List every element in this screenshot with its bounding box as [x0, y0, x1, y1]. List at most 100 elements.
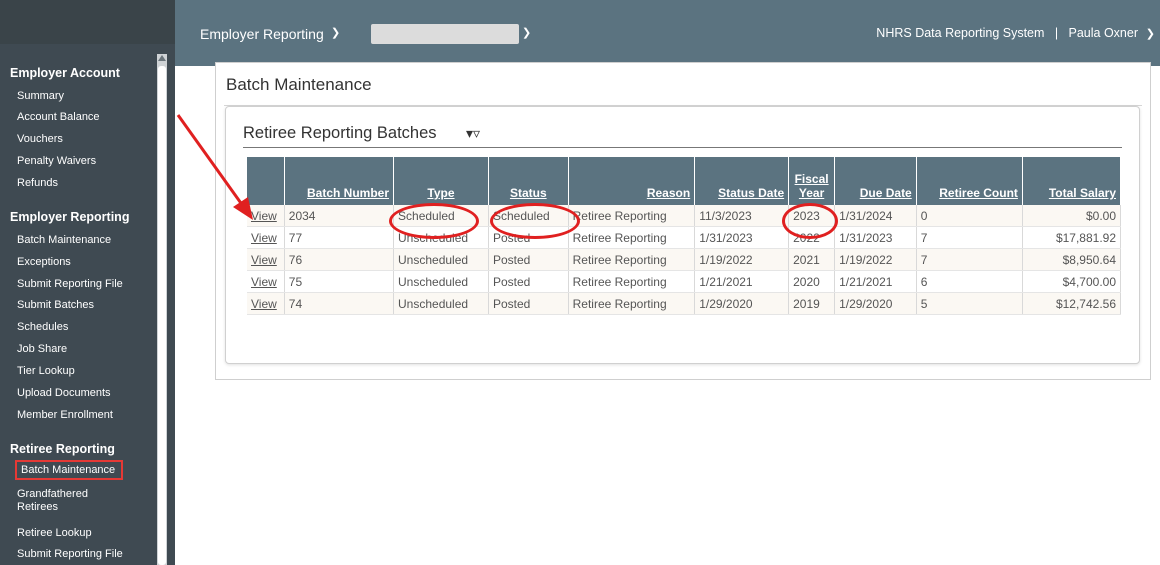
sidebar-item-account-balance[interactable]: Account Balance [17, 111, 100, 123]
cell-due-date: 1/31/2024 [834, 205, 917, 227]
cell-reason: Retiree Reporting [568, 226, 696, 249]
cell-status-date: 1/29/2020 [694, 292, 790, 315]
separator: | [1054, 26, 1059, 40]
cell-status: Posted [488, 292, 569, 315]
header-reason[interactable]: Reason [568, 157, 696, 205]
view-link[interactable]: View [251, 297, 277, 311]
sidebar-item-submit-reporting-file[interactable]: Submit Reporting File [17, 278, 123, 290]
cell-status-date: 1/21/2021 [694, 270, 790, 293]
sidebar-item-summary[interactable]: Summary [17, 90, 64, 102]
cell-total-salary: $0.00 [1022, 205, 1122, 227]
header-retiree-count[interactable]: Retiree Count [916, 157, 1023, 205]
sidebar-item-tier-lookup[interactable]: Tier Lookup [17, 365, 75, 377]
view-link[interactable]: View [251, 231, 277, 245]
header-total-salary[interactable]: Total Salary [1022, 157, 1122, 205]
module-menu-button[interactable]: Employer Reporting [200, 26, 324, 42]
retiree-batches-panel: Retiree Reporting Batches ▾▿ Batch Numbe… [225, 106, 1140, 364]
view-cell: View [247, 270, 285, 293]
page-title: Batch Maintenance [226, 75, 372, 94]
view-link[interactable]: View [251, 209, 277, 223]
header-status[interactable]: Status [488, 157, 569, 205]
annotation-circle-fiscal-year [782, 203, 838, 239]
annotation-circle-type [389, 203, 479, 239]
sidebar-item-exceptions[interactable]: Exceptions [17, 256, 71, 268]
sidebar-item-retiree-submit-reporting-file[interactable]: Submit Reporting File [17, 548, 123, 560]
sidebar-header [0, 0, 175, 44]
cell-type: Unscheduled [393, 248, 489, 271]
cell-type: Unscheduled [393, 292, 489, 315]
view-cell: View [247, 226, 285, 249]
sidebar-section-employer-reporting: Employer Reporting [10, 210, 130, 224]
chevron-down-icon[interactable]: ❯ [522, 26, 531, 39]
sidebar-scrollbar[interactable] [157, 54, 167, 565]
table-row: View 75 Unscheduled Posted Retiree Repor… [247, 270, 1122, 293]
sidebar: Employer Account Summary Account Balance… [0, 0, 175, 565]
header-due-date[interactable]: Due Date [834, 157, 917, 205]
view-cell: View [247, 205, 285, 227]
header-batch-number[interactable]: Batch Number [284, 157, 395, 205]
sidebar-item-retiree-batch-maintenance[interactable]: Batch Maintenance [15, 460, 124, 480]
divider [243, 147, 1122, 148]
header-status-date[interactable]: Status Date [694, 157, 790, 205]
sidebar-item-batch-maintenance[interactable]: Batch Maintenance [17, 234, 111, 246]
header-view [247, 157, 285, 205]
sidebar-item-member-enrollment[interactable]: Member Enrollment [17, 409, 113, 421]
cell-total-salary: $8,950.64 [1022, 248, 1122, 271]
sidebar-section-employer-account: Employer Account [10, 66, 120, 80]
cell-batch-number: 2034 [284, 205, 395, 227]
cell-status-date: 1/19/2022 [694, 248, 790, 271]
employer-select[interactable] [371, 24, 519, 44]
cell-reason: Retiree Reporting [568, 205, 696, 227]
header-type[interactable]: Type [393, 157, 489, 205]
cell-reason: Retiree Reporting [568, 292, 696, 315]
sidebar-item-upload-documents[interactable]: Upload Documents [17, 387, 111, 399]
cell-fiscal-year: 2021 [788, 248, 836, 271]
cell-status: Posted [488, 248, 569, 271]
user-chevron-down-icon[interactable]: ❯ [1146, 27, 1155, 40]
cell-retiree-count: 0 [916, 205, 1023, 227]
view-cell: View [247, 248, 285, 271]
system-name: NHRS Data Reporting System [876, 26, 1045, 40]
header-fiscal-year[interactable]: Fiscal Year [788, 157, 836, 205]
sidebar-item-schedules[interactable]: Schedules [17, 321, 68, 333]
sidebar-item-grandfathered-retirees[interactable]: Grandfathered Retirees [17, 488, 127, 514]
cell-status-date: 1/31/2023 [694, 226, 790, 249]
sidebar-item-refunds[interactable]: Refunds [17, 177, 58, 189]
filter-icon[interactable]: ▾▿ [466, 125, 480, 142]
table-row: View 77 Unscheduled Posted Retiree Repor… [247, 226, 1122, 249]
cell-due-date: 1/21/2021 [834, 270, 917, 293]
cell-total-salary: $17,881.92 [1022, 226, 1122, 249]
cell-total-salary: $12,742.56 [1022, 292, 1122, 315]
cell-retiree-count: 5 [916, 292, 1023, 315]
sidebar-item-job-share[interactable]: Job Share [17, 343, 67, 355]
view-link[interactable]: View [251, 275, 277, 289]
cell-reason: Retiree Reporting [568, 270, 696, 293]
cell-total-salary: $4,700.00 [1022, 270, 1122, 293]
cell-retiree-count: 7 [916, 226, 1023, 249]
table-row: View 74 Unscheduled Posted Retiree Repor… [247, 292, 1122, 315]
cell-due-date: 1/31/2023 [834, 226, 917, 249]
cell-retiree-count: 6 [916, 270, 1023, 293]
view-cell: View [247, 292, 285, 315]
cell-status-date: 11/3/2023 [694, 205, 790, 227]
sidebar-item-retiree-lookup[interactable]: Retiree Lookup [17, 527, 92, 539]
table-row: View 76 Unscheduled Posted Retiree Repor… [247, 248, 1122, 271]
system-user-info[interactable]: NHRS Data Reporting System | Paula Oxner [876, 26, 1138, 40]
cell-batch-number: 76 [284, 248, 395, 271]
sidebar-item-vouchers[interactable]: Vouchers [17, 133, 63, 145]
panel-title: Retiree Reporting Batches [243, 124, 437, 142]
top-bar: Employer Reporting ❯ ❯ NHRS Data Reporti… [175, 0, 1160, 66]
sidebar-item-submit-batches[interactable]: Submit Batches [17, 299, 94, 311]
table-row: View 2034 Scheduled Scheduled Retiree Re… [247, 205, 1122, 227]
sidebar-section-retiree-reporting: Retiree Reporting [10, 442, 115, 456]
sidebar-scroll-thumb[interactable] [158, 66, 166, 565]
chevron-down-icon[interactable]: ❯ [331, 26, 340, 39]
user-name[interactable]: Paula Oxner [1069, 26, 1138, 40]
scroll-up-icon[interactable] [158, 55, 166, 61]
cell-type: Unscheduled [393, 270, 489, 293]
view-link[interactable]: View [251, 253, 277, 267]
cell-due-date: 1/19/2022 [834, 248, 917, 271]
sidebar-item-penalty-waivers[interactable]: Penalty Waivers [17, 155, 96, 167]
batches-table: Batch Number Type Status Reason Status D… [247, 157, 1122, 315]
cell-fiscal-year: 2020 [788, 270, 836, 293]
